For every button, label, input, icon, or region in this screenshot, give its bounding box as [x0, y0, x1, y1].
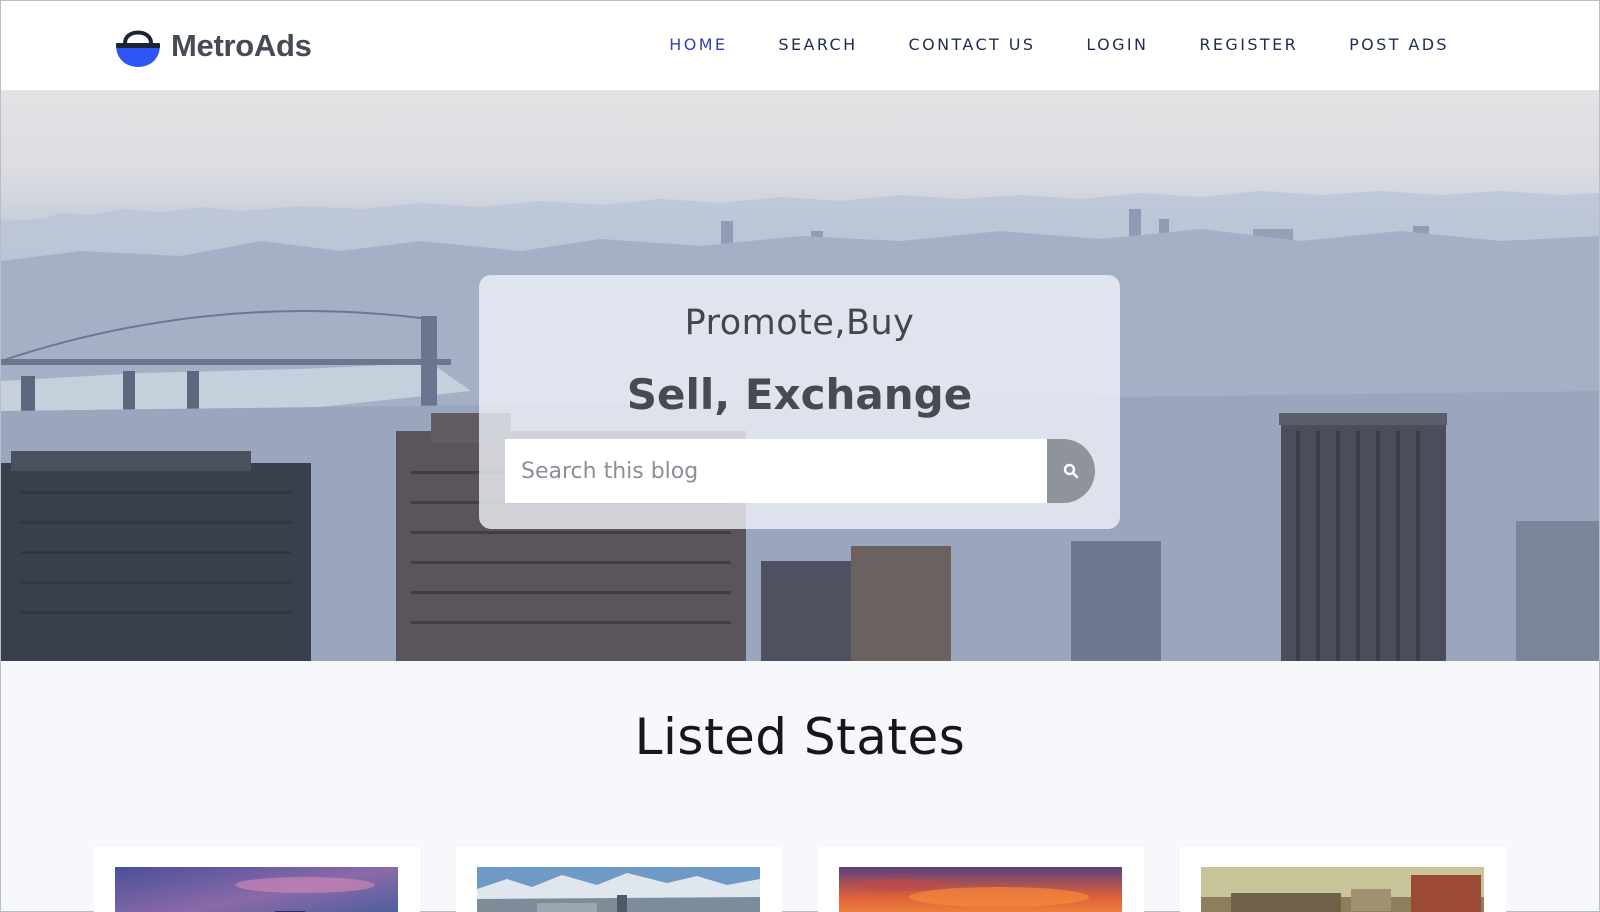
state-cards [94, 847, 1506, 912]
section-title-listed-states: Listed States [634, 708, 966, 766]
nav-home[interactable]: HOME [669, 35, 727, 54]
brand-logo-link[interactable]: MetroAds [113, 23, 312, 69]
search-form [505, 439, 1095, 503]
nav-register[interactable]: REGISTER [1199, 35, 1298, 54]
search-icon [1063, 463, 1079, 479]
search-input[interactable] [505, 439, 1047, 503]
hero-title: Sell, Exchange [626, 370, 973, 419]
nav-login[interactable]: LOGIN [1086, 35, 1148, 54]
nav-contact-us[interactable]: CONTACT US [909, 35, 1036, 54]
state-card[interactable] [94, 847, 420, 912]
hero-subtitle: Promote,Buy [684, 303, 915, 343]
state-card-image[interactable] [115, 867, 398, 912]
state-card[interactable] [818, 847, 1144, 912]
site-header: MetroAds HOME SEARCH CONTACT US LOGIN RE… [1, 1, 1599, 91]
brand-name: MetroAds [171, 28, 312, 63]
shopping-basket-icon [116, 30, 160, 67]
search-button[interactable] [1047, 439, 1095, 503]
main-nav: HOME SEARCH CONTACT US LOGIN REGISTER PO… [669, 35, 1449, 54]
state-card-image[interactable] [839, 867, 1122, 912]
nav-search[interactable]: SEARCH [778, 35, 857, 54]
state-card-image[interactable] [1201, 867, 1484, 912]
nav-post-ads[interactable]: POST ADS [1349, 35, 1449, 54]
state-card-image[interactable] [477, 867, 760, 912]
hero-search-card: Promote,Buy Sell, Exchange [479, 275, 1120, 529]
state-card[interactable] [1180, 847, 1506, 912]
hero-banner: Promote,Buy Sell, Exchange [1, 91, 1599, 661]
state-card[interactable] [456, 847, 782, 912]
